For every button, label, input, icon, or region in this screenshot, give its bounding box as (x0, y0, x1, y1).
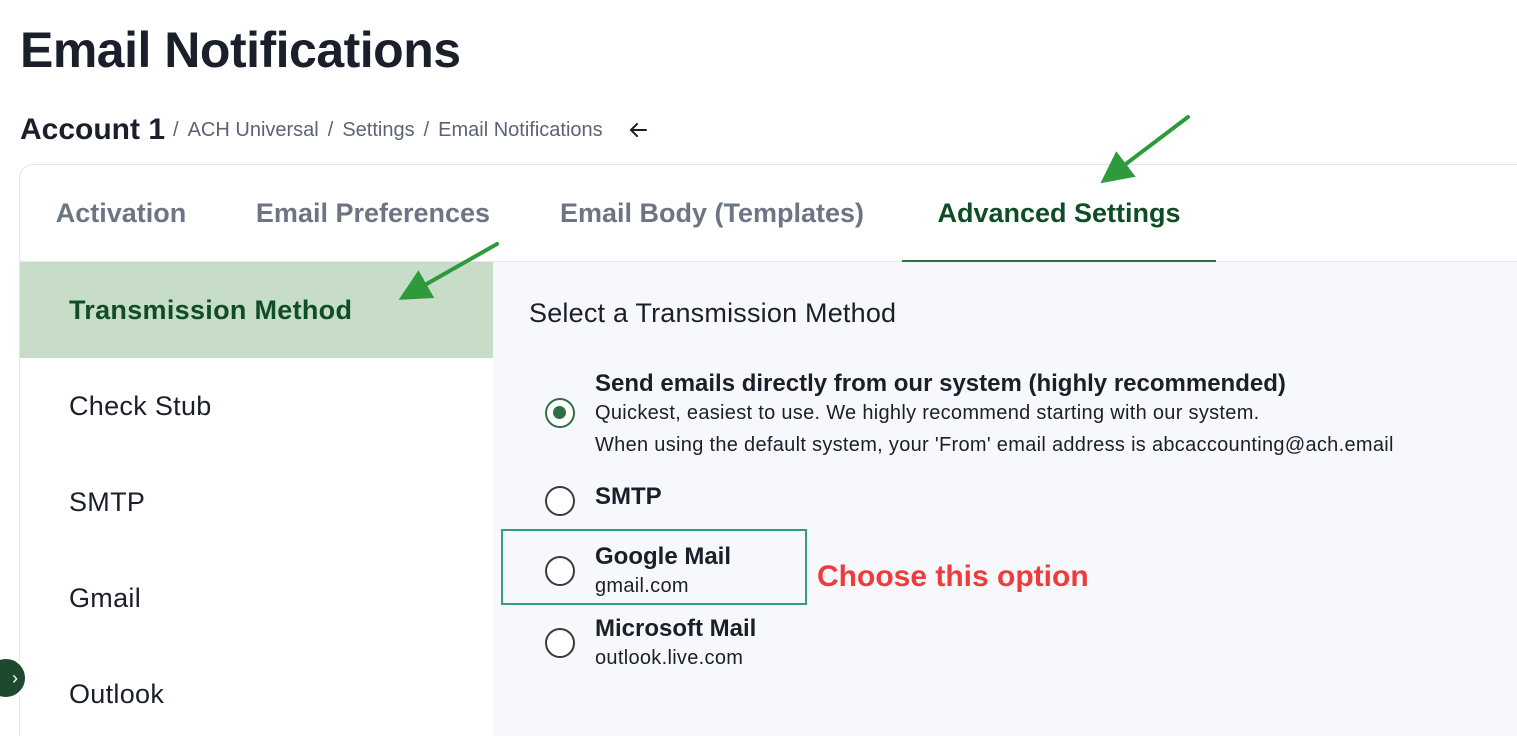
option-title: Send emails directly from our system (hi… (595, 370, 1286, 397)
radio-smtp[interactable] (545, 486, 575, 516)
breadcrumb-separator: / (173, 118, 179, 141)
breadcrumb-separator: / (327, 118, 334, 141)
breadcrumb: Account 1 / ACH Universal / Settings / E… (20, 112, 649, 148)
tab-email-body-templates[interactable]: Email Body (Templates) (542, 165, 882, 262)
callout-text: Choose this option (817, 560, 1089, 593)
sidebar-item-gmail[interactable]: Gmail (20, 550, 493, 646)
sidebar-item-smtp[interactable]: SMTP (20, 454, 493, 550)
breadcrumb-separator: / (423, 118, 430, 141)
chevron-right-icon: › (12, 667, 18, 688)
tab-advanced-settings[interactable]: Advanced Settings (902, 165, 1216, 263)
settings-card: Activation Email Preferences Email Body … (19, 164, 1517, 736)
option-description: When using the default system, your 'Fro… (595, 434, 1394, 456)
option-description: outlook.live.com (595, 647, 744, 669)
radio-microsoft-mail[interactable] (545, 628, 575, 658)
tab-activation[interactable]: Activation (36, 165, 206, 262)
section-title: Select a Transmission Method (529, 298, 897, 328)
radio-google-mail[interactable] (545, 556, 575, 586)
tab-bar: Activation Email Preferences Email Body … (20, 165, 1517, 263)
main-content: Select a Transmission Method Send emails… (493, 262, 1517, 736)
sidebar-item-outlook[interactable]: Outlook (20, 646, 493, 736)
page-title: Email Notifications (20, 22, 461, 78)
option-description: Quickest, easiest to use. We highly reco… (595, 402, 1260, 424)
breadcrumb-settings[interactable]: Settings (342, 119, 414, 142)
breadcrumb-account[interactable]: Account 1 (20, 113, 165, 147)
breadcrumb-email-notifications: Email Notifications (438, 118, 603, 141)
option-title: Microsoft Mail (595, 615, 757, 642)
sidebar-item-check-stub[interactable]: Check Stub (20, 358, 493, 454)
breadcrumb-ach-universal[interactable]: ACH Universal (188, 119, 319, 142)
sidebar-item-transmission-method[interactable]: Transmission Method (20, 262, 493, 358)
back-button[interactable] (627, 119, 649, 141)
tab-email-preferences[interactable]: Email Preferences (242, 165, 504, 262)
sidebar: Transmission Method Check Stub SMTP Gmai… (20, 262, 493, 736)
option-title: SMTP (595, 483, 662, 510)
option-title: Google Mail (595, 543, 732, 570)
arrow-left-icon (629, 123, 647, 137)
option-description: gmail.com (595, 575, 689, 597)
radio-direct-system[interactable] (545, 398, 575, 428)
